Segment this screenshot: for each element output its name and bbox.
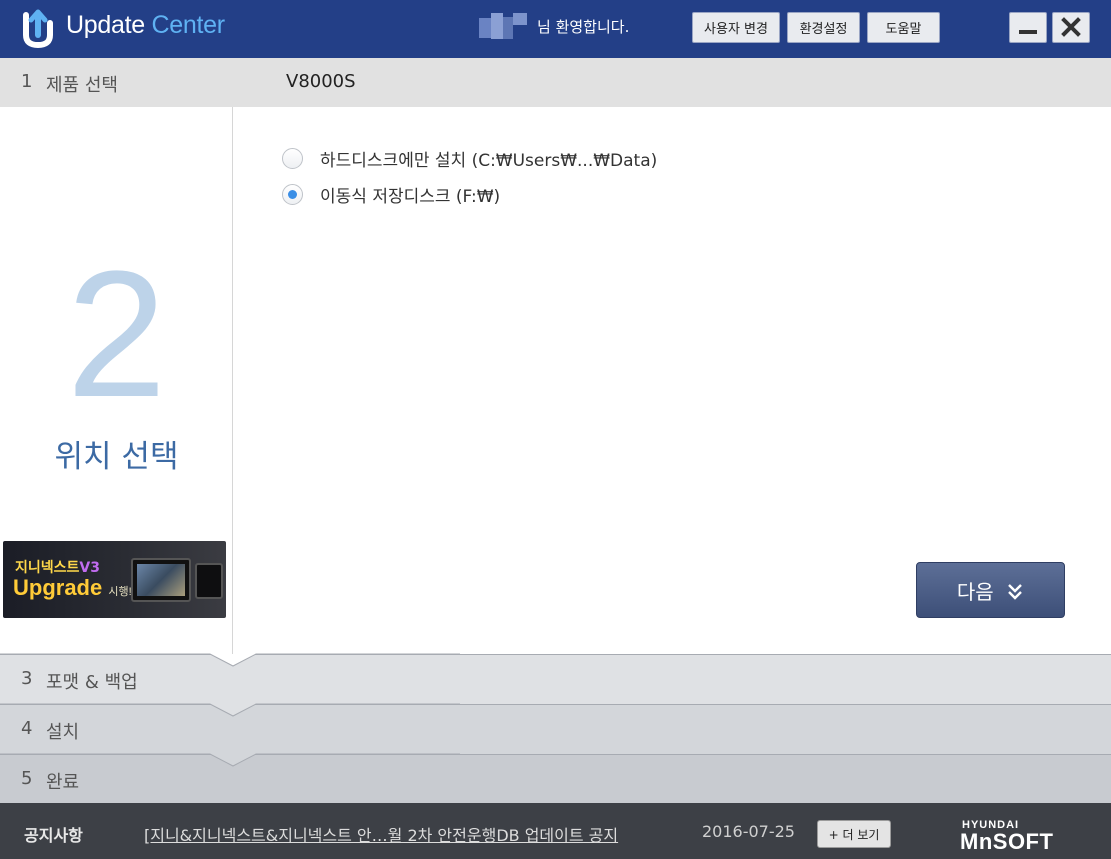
current-step-number: 2: [66, 234, 167, 435]
hyundai-mnsoft-logo: HYUNDAI MnSOFT: [960, 819, 1054, 854]
welcome-text: 님 환영합니다.: [537, 18, 630, 36]
close-icon: [1061, 17, 1081, 37]
upgrade-promo-banner[interactable]: 지니넥스트V3 Upgrade 시행!: [3, 541, 226, 618]
notice-link[interactable]: [지니&지니넥스트&지니넥스트 안…월 2차 안전운행DB 업데이트 공지: [144, 822, 618, 846]
step-3-header[interactable]: 3 포맷 & 백업: [0, 654, 1111, 704]
install-location-content: 하드디스크에만 설치 (C:₩Users₩...₩Data) 이동식 저장디스크…: [234, 107, 1111, 654]
step-4-label: 설치: [46, 722, 80, 743]
step-1-label: 제품 선택: [46, 75, 118, 96]
navigation-device-image-2: [195, 563, 223, 599]
step-1-header[interactable]: 1 제품 선택 V8000S: [0, 58, 1111, 108]
step-4-number: 4: [21, 718, 33, 739]
step-3-label: 포맷 & 백업: [46, 672, 138, 693]
user-avatar-blurred: [479, 13, 529, 39]
current-step-label: 위치 선택: [54, 439, 179, 475]
radio-hard-disk[interactable]: [282, 147, 303, 169]
option-removable-disk-label: 이동식 저장디스크 (F:₩): [320, 186, 501, 207]
navigation-device-image: [131, 558, 191, 602]
option-hard-disk[interactable]: 하드디스크에만 설치 (C:₩Users₩...₩Data): [282, 145, 657, 171]
step-1-number: 1: [21, 71, 33, 92]
update-center-logo-icon: [23, 9, 53, 49]
current-step-panel: 2 위치 선택 지니넥스트V3 Upgrade 시행!: [0, 107, 233, 654]
change-user-button[interactable]: 사용자 변경: [692, 12, 780, 43]
more-notices-button[interactable]: + 더 보기: [817, 820, 891, 848]
step-3-number: 3: [21, 668, 33, 689]
help-button[interactable]: 도움말: [867, 12, 940, 43]
promo-title: 지니넥스트V3: [15, 560, 100, 576]
minimize-button[interactable]: [1009, 12, 1047, 43]
step-4-header[interactable]: 4 설치: [0, 704, 1111, 754]
selected-product: V8000S: [286, 71, 356, 92]
step-5-label: 완료: [46, 772, 80, 793]
step-5-number: 5: [21, 768, 33, 789]
minimize-icon: [1019, 30, 1037, 34]
notice-date: 2016-07-25: [702, 822, 795, 841]
option-hard-disk-label: 하드디스크에만 설치 (C:₩Users₩...₩Data): [320, 150, 658, 171]
promo-subtitle: Upgrade 시행!: [13, 575, 132, 600]
radio-removable-disk[interactable]: [282, 183, 303, 205]
notice-label: 공지사항: [24, 826, 83, 845]
title-bar: Update Center 님 환영합니다. 사용자 변경 환경설정 도움말: [0, 0, 1111, 58]
next-button[interactable]: 다음: [916, 562, 1065, 618]
double-chevron-down-icon: [1008, 583, 1022, 600]
option-removable-disk[interactable]: 이동식 저장디스크 (F:₩): [282, 181, 500, 207]
notice-footer: 공지사항 [지니&지니넥스트&지니넥스트 안…월 2차 안전운행DB 업데이트 …: [0, 803, 1111, 859]
app-title: Update Center: [66, 11, 225, 39]
close-button[interactable]: [1052, 12, 1090, 43]
step-5-header[interactable]: 5 완료: [0, 754, 1111, 803]
next-button-label: 다음: [956, 579, 994, 604]
settings-button[interactable]: 환경설정: [787, 12, 860, 43]
